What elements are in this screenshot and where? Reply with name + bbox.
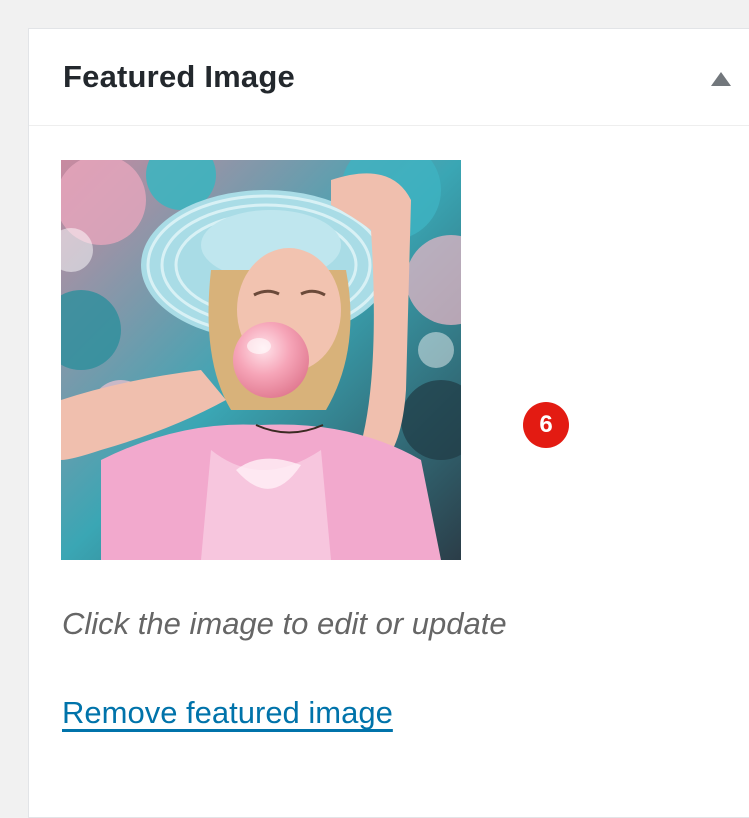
step-number-badge: 6: [523, 402, 569, 448]
panel-title: Featured Image: [63, 59, 295, 94]
featured-image-panel: Featured Image 6 Click the image to edit…: [28, 28, 749, 818]
remove-featured-image-link[interactable]: Remove featured image: [62, 695, 393, 731]
triangle-up-icon[interactable]: [709, 69, 733, 89]
featured-image-thumbnail[interactable]: [61, 160, 461, 560]
panel-header: Featured Image: [29, 29, 749, 126]
edit-hint-text: Click the image to edit or update: [62, 606, 507, 641]
